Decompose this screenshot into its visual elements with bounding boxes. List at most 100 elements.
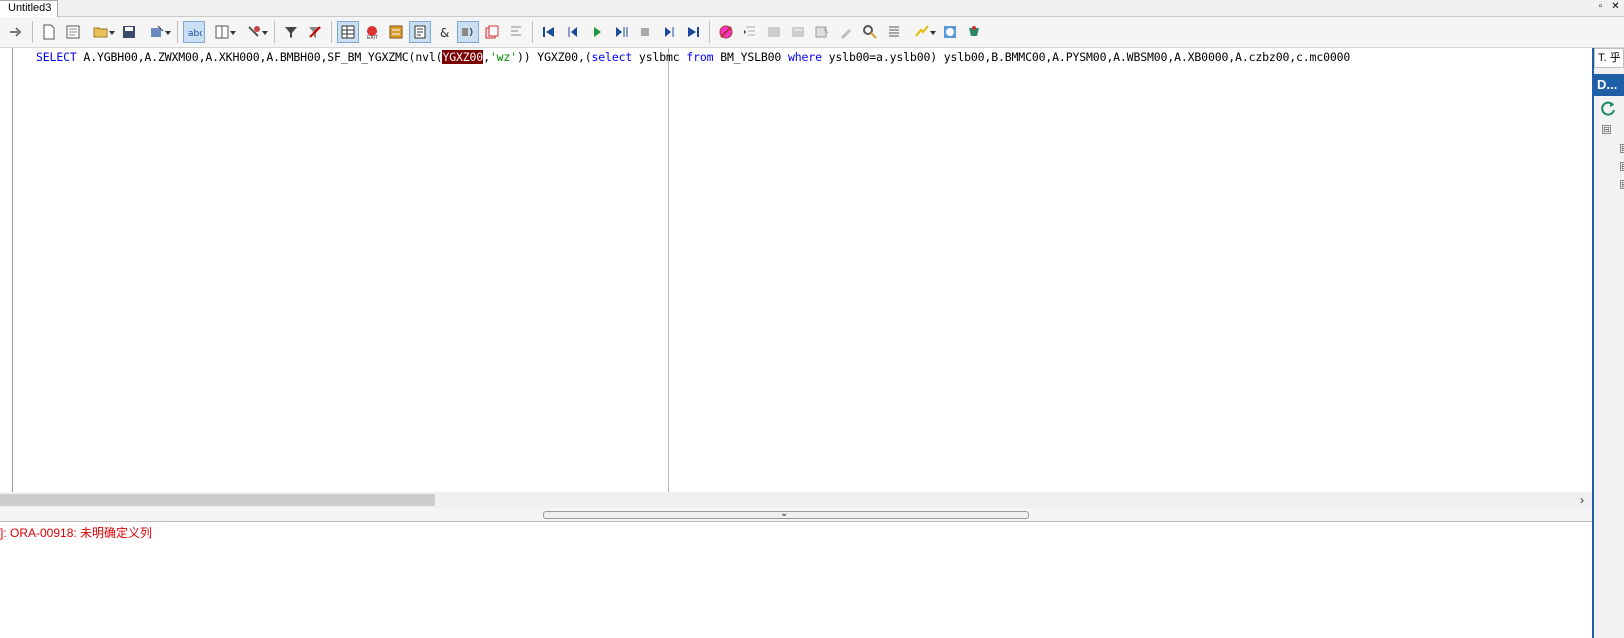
play-icon <box>594 27 601 37</box>
sql-string: 'wz' <box>489 50 517 64</box>
sql-keyword: SELECT <box>36 50 77 64</box>
indent-icon <box>743 26 755 36</box>
sql-text: A.YGBH00,A.ZWXM00,A.XKH000,A.BMBH00,SF_B… <box>76 50 443 64</box>
editor-split-line <box>668 48 669 492</box>
save-as-button[interactable] <box>142 21 172 43</box>
highlight-icon <box>915 25 929 37</box>
query-builder-button[interactable] <box>409 21 431 43</box>
sql-code-line[interactable]: SELECT A.YGBH00,A.ZWXM00,A.XKH000,A.BMBH… <box>36 48 1350 66</box>
close-button[interactable]: ✕ <box>1609 0 1622 14</box>
clear-filter-icon <box>309 26 321 38</box>
editor-horizontal-scrollbar[interactable]: › <box>0 492 1592 508</box>
refresh-icon[interactable] <box>1599 100 1617 118</box>
toolbar-separator <box>532 21 533 43</box>
pane-splitter[interactable]: ⌄ <box>0 508 1592 522</box>
edit-button[interactable] <box>835 21 857 43</box>
grid-button[interactable] <box>337 21 359 43</box>
highlight-button[interactable] <box>907 21 937 43</box>
toolbar-separator <box>274 21 275 43</box>
error-message: ]: ORA-00918: 未明确定义列 <box>0 526 153 540</box>
tab-untitled3[interactable]: Untitled3 <box>0 0 59 17</box>
splitter-handle[interactable]: ⌄ <box>543 509 1029 519</box>
tree-collapse-icon[interactable]: ⊟ <box>1602 125 1611 134</box>
new-file-icon <box>43 24 55 40</box>
save-button[interactable] <box>118 21 140 43</box>
edit-icon <box>841 29 851 39</box>
first-button[interactable] <box>538 21 560 43</box>
toolbar-separator <box>331 21 332 43</box>
tree-expand-icon[interactable]: ⊞ <box>1620 162 1624 171</box>
comment-button[interactable] <box>763 21 785 43</box>
tree-expand-icon[interactable]: ⊞ <box>1620 180 1624 189</box>
open-folder-button[interactable] <box>86 21 116 43</box>
compile-icon <box>815 26 829 38</box>
list-button[interactable] <box>883 21 905 43</box>
restore-button[interactable]: ▫ <box>1594 0 1607 14</box>
step-icon <box>616 27 628 37</box>
chevron-down-icon[interactable]: ⌄ <box>780 509 788 519</box>
right-panel-header[interactable]: D... <box>1594 74 1624 96</box>
last-button[interactable] <box>682 21 704 43</box>
autocomplete-button[interactable]: abc <box>183 21 205 43</box>
new-file-button[interactable] <box>38 21 60 43</box>
grid-icon <box>341 25 355 39</box>
indent-button[interactable] <box>739 21 761 43</box>
uncomment-button[interactable] <box>787 21 809 43</box>
scrollbar-thumb[interactable] <box>0 494 435 506</box>
copy-button[interactable] <box>481 21 503 43</box>
previous-icon <box>568 27 577 37</box>
ampersand-icon: & <box>440 26 449 40</box>
sql-text: , <box>483 50 490 64</box>
explain-button[interactable] <box>385 21 407 43</box>
previous-button[interactable] <box>562 21 584 43</box>
tree-expand-icon[interactable]: ⊞ <box>1620 144 1624 153</box>
new-window-button[interactable] <box>62 21 84 43</box>
layout-button[interactable] <box>207 21 237 43</box>
compile-button[interactable] <box>811 21 833 43</box>
play-button[interactable] <box>586 21 608 43</box>
save-icon <box>123 26 135 38</box>
cancel-icon: EXIT <box>367 26 378 40</box>
bind-variable-icon <box>462 27 473 37</box>
list-icon <box>889 26 899 37</box>
tools-button[interactable] <box>239 21 269 43</box>
sql-keyword: where <box>787 50 822 64</box>
cancel-button[interactable]: EXIT <box>361 21 383 43</box>
stop-button[interactable] <box>634 21 656 43</box>
explain-icon <box>389 25 403 39</box>
next-icon <box>665 27 674 37</box>
open-folder-icon <box>93 27 108 38</box>
help-button[interactable] <box>939 21 961 43</box>
next-button[interactable] <box>658 21 680 43</box>
right-panel: T. 乎 D... ⊟ ⊞ ⊞ ⊞ <box>1594 48 1624 638</box>
toolbar-separator <box>177 21 178 43</box>
filter-icon <box>285 27 297 38</box>
save-as-icon <box>151 25 164 37</box>
comment-icon <box>768 27 780 37</box>
bind-variable-button[interactable] <box>457 21 479 43</box>
window-controls: ▫ ✕ <box>1594 0 1622 17</box>
stop-icon <box>641 28 649 36</box>
tools-icon <box>248 26 260 37</box>
debug-icon <box>719 25 733 39</box>
connect-button[interactable] <box>963 21 985 43</box>
format-button[interactable] <box>505 21 527 43</box>
execute-arrow-icon <box>10 27 22 37</box>
find-button[interactable] <box>859 21 881 43</box>
filter-button[interactable] <box>280 21 302 43</box>
right-panel-tab[interactable]: T. 乎 <box>1594 48 1624 68</box>
step-button[interactable] <box>610 21 632 43</box>
tab-strip: Untitled3 ▫ ✕ <box>0 0 1624 17</box>
svg-text:abc: abc <box>188 29 202 39</box>
sql-text: yslbmc <box>632 50 687 64</box>
query-builder-icon <box>414 25 426 39</box>
sql-editor[interactable]: SELECT A.YGBH00,A.ZWXM00,A.XKH000,A.BMBH… <box>0 48 1592 492</box>
execute-arrow-button[interactable] <box>5 21 27 43</box>
debug-button[interactable] <box>715 21 737 43</box>
last-icon <box>688 27 699 37</box>
layout-icon <box>215 25 229 39</box>
scroll-right-icon[interactable]: › <box>1576 492 1588 508</box>
clear-filter-button[interactable] <box>304 21 326 43</box>
autocomplete-icon: abc <box>188 29 202 39</box>
ampersand-button[interactable]: & <box>433 21 455 43</box>
